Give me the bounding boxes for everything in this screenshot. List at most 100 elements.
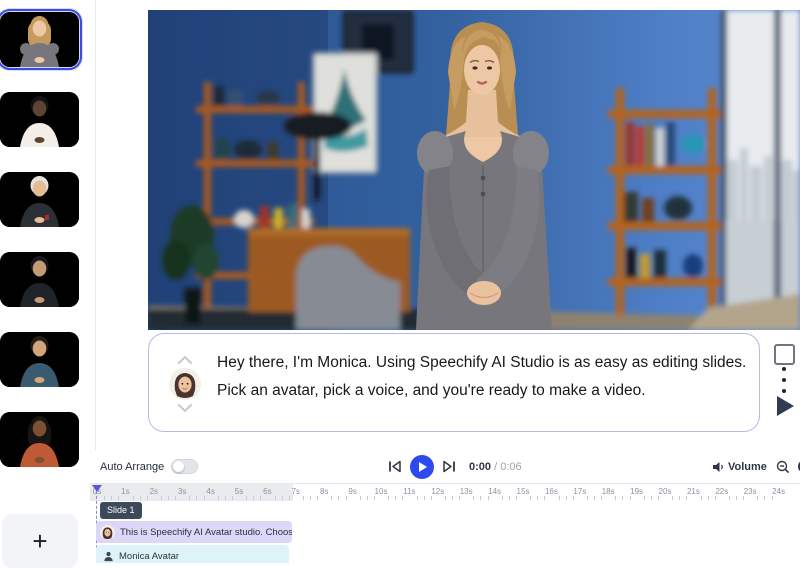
ruler-minor-tick <box>515 496 517 500</box>
auto-arrange-label: Auto Arrange <box>100 460 165 473</box>
script-text[interactable]: Hey there, I'm Monica. Using Speechify A… <box>217 349 752 405</box>
ruler-minor-tick <box>366 496 368 500</box>
ruler-minor-tick <box>707 496 709 500</box>
ruler-minor-tick <box>501 496 503 500</box>
timeline-ruler[interactable]: 0s 1s 2s 3s 4s 5s 6s 7s 8s 9s 10s 11s 12s 13s 14s 15s 16… <box>90 484 800 501</box>
slide-badge[interactable]: Slide 1 <box>100 502 142 519</box>
ruler-minor-tick <box>253 496 255 500</box>
ruler-minor-tick <box>615 496 617 500</box>
ruler-tick-label: 5s <box>234 487 244 496</box>
ruler-minor-tick <box>487 496 489 500</box>
playback-controls-bar: Auto Arrange 0:00 / 0:06 Volume <box>90 450 800 483</box>
zoom-out-icon[interactable] <box>776 460 790 474</box>
avatar-face-icon <box>100 524 115 540</box>
script-play-icon[interactable] <box>777 396 794 416</box>
ruler-minor-tick <box>601 496 603 500</box>
ruler-minor-tick <box>274 496 276 500</box>
ruler-tick-label: 9s <box>348 487 357 496</box>
volume-label: Volume <box>728 460 767 473</box>
script-select-checkbox[interactable] <box>774 344 795 365</box>
ruler-minor-tick <box>189 496 191 500</box>
ruler-minor-tick <box>444 496 446 500</box>
ruler-tick-label: 13s <box>459 487 473 496</box>
ruler-tick-label: 17s <box>573 487 587 496</box>
script-block[interactable]: Hey there, I'm Monica. Using Speechify A… <box>148 333 760 432</box>
avatar-thumbnail-older-man-suit[interactable] <box>0 172 79 227</box>
play-icon <box>419 461 427 472</box>
ruler-minor-tick <box>359 496 361 500</box>
ruler-minor-tick <box>288 496 290 500</box>
ruler-minor-tick <box>650 496 652 500</box>
avatar-thumbnail-woman-rust-top[interactable] <box>0 412 79 467</box>
ruler-minor-tick <box>586 496 588 500</box>
ruler-tick-label: 2s <box>149 487 159 496</box>
skip-back-icon[interactable] <box>388 460 401 473</box>
avatar-thumbnail-man-dark-shirt[interactable] <box>0 252 79 307</box>
ruler-minor-tick <box>643 496 645 500</box>
ruler-minor-tick <box>104 496 106 500</box>
ruler-tick-label: 19s <box>630 487 644 496</box>
ruler-tick-label: 20s <box>658 487 672 496</box>
chevron-up-icon[interactable] <box>177 355 193 364</box>
ruler-tick-label: 6s <box>263 487 272 496</box>
ruler-minor-tick <box>473 496 475 500</box>
ruler-tick-label: 24s <box>772 487 786 496</box>
playhead-icon[interactable] <box>92 485 102 492</box>
avatar-thumbnail-monica-gray-dress[interactable] <box>0 9 82 70</box>
ruler-minor-tick <box>452 496 453 500</box>
ruler-minor-tick <box>224 496 226 500</box>
ruler-minor-tick <box>175 496 177 500</box>
ruler-minor-tick <box>594 496 595 500</box>
ruler-minor-tick <box>657 496 659 500</box>
add-avatar-button[interactable]: + <box>2 514 78 568</box>
ruler-minor-tick <box>203 496 205 500</box>
ruler-minor-tick <box>331 496 333 500</box>
ruler-minor-tick <box>480 496 482 500</box>
ruler-minor-tick <box>736 496 737 500</box>
ruler-minor-tick <box>743 496 745 500</box>
ruler-minor-tick <box>317 496 319 500</box>
ruler-minor-tick <box>111 496 113 500</box>
ruler-minor-tick <box>402 496 404 500</box>
ruler-minor-tick <box>302 496 304 500</box>
ruler-tick-label: 3s <box>177 487 187 496</box>
ruler-minor-tick <box>423 496 425 500</box>
ruler-minor-tick <box>395 496 397 500</box>
avatar-face-thumbnail[interactable] <box>169 367 201 400</box>
ruler-tick-label: 8s <box>319 487 329 496</box>
chevron-down-icon[interactable] <box>177 403 193 413</box>
avatar-track-label: Monica Avatar <box>119 550 180 562</box>
auto-arrange-toggle[interactable] <box>171 459 199 474</box>
ruler-minor-tick <box>168 496 169 500</box>
ruler-tick-label: 21s <box>686 487 700 496</box>
ruler-minor-tick <box>118 496 120 500</box>
ruler-minor-tick <box>430 496 432 500</box>
ruler-minor-tick <box>728 496 730 500</box>
script-track[interactable]: This is Speechify AI Avatar studio. Choo… <box>96 521 292 543</box>
ruler-minor-tick <box>459 496 461 500</box>
ruler-minor-tick <box>714 496 716 500</box>
video-preview[interactable] <box>148 10 800 330</box>
ruler-minor-tick <box>310 496 311 500</box>
ruler-minor-tick <box>622 496 624 500</box>
avatar-track[interactable]: Monica Avatar <box>96 545 290 563</box>
ruler-minor-tick <box>388 496 390 500</box>
kebab-menu-icon[interactable] <box>781 367 787 393</box>
ruler-minor-tick <box>530 496 532 500</box>
ruler-tick-label: 18s <box>601 487 615 496</box>
play-button[interactable] <box>410 454 434 479</box>
sidebar-divider <box>95 0 96 483</box>
ruler-minor-tick <box>558 496 560 500</box>
ruler-minor-tick <box>764 496 766 500</box>
ruler-minor-tick <box>757 496 759 500</box>
ruler-tick-label: 15s <box>516 487 530 496</box>
avatar-thumbnail-man-white-shirt[interactable] <box>0 92 79 147</box>
volume-icon[interactable] <box>712 461 725 473</box>
ruler-tick-label: 1s <box>121 487 130 496</box>
ruler-minor-tick <box>686 496 688 500</box>
add-icon: + <box>32 525 48 556</box>
time-display: 0:00 / 0:06 <box>469 460 522 473</box>
skip-forward-icon[interactable] <box>443 460 456 473</box>
avatar-thumbnail-man-teal-shirt[interactable] <box>0 332 79 387</box>
ruler-minor-tick <box>544 496 546 500</box>
